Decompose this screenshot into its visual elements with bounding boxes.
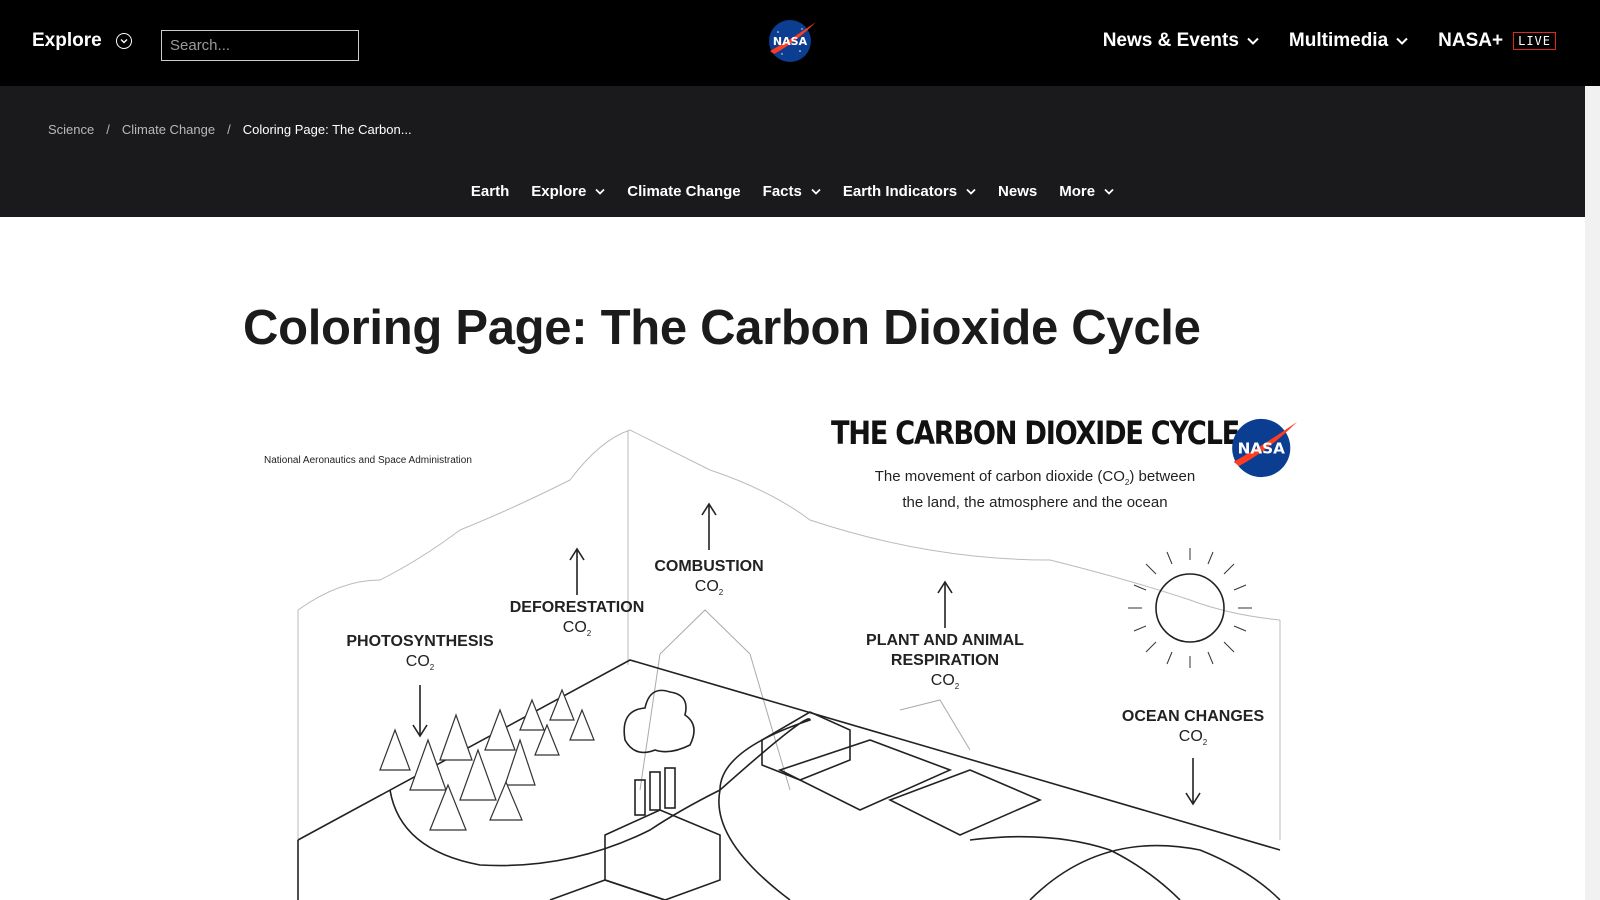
top-navigation: News & Events Multimedia NASA+ LIVE <box>1103 30 1556 52</box>
subnav-facts[interactable]: Facts <box>763 183 821 200</box>
co2-label: CO2 <box>619 577 799 603</box>
co-sub: 2 <box>429 663 435 673</box>
subnav-label: Earth Indicators <box>842 183 958 200</box>
page-title: Coloring Page: The Carbon Dioxide Cycle <box>243 301 1201 355</box>
label-text: OCEAN CHANGES <box>1121 708 1265 725</box>
subnav-explore[interactable]: Explore <box>531 183 605 200</box>
label-text: COMBUSTION <box>654 558 764 575</box>
poster-subtitle-line2: the land, the atmosphere and the ocean <box>902 494 1168 511</box>
co-text: CO <box>1178 728 1203 745</box>
page-scrollbar[interactable] <box>1585 86 1600 900</box>
co-sub: 2 <box>954 682 960 692</box>
svg-text:NASA: NASA <box>1238 440 1285 458</box>
subnav-label: News <box>998 183 1038 200</box>
explore-menu-button[interactable]: Explore <box>32 30 132 52</box>
label-text: RESPIRATION <box>890 652 1000 669</box>
search-input[interactable] <box>161 30 359 61</box>
subnav-earth-indicators[interactable]: Earth Indicators <box>843 183 976 200</box>
poster-agency: National Aeronautics and Space Administr… <box>264 455 472 466</box>
chevron-down-icon <box>1247 37 1259 45</box>
poster-title: THE CARBON DIOXIDE CYCLE <box>831 414 1240 452</box>
co-text: CO <box>930 672 955 689</box>
chevron-down-icon <box>811 188 821 195</box>
section-navigation: Earth Explore Climate Change Facts Earth… <box>0 183 1585 200</box>
chevron-down-icon <box>1104 188 1114 195</box>
subnav-label: Climate Change <box>627 183 741 200</box>
label-ocean-changes: OCEAN CHANGES CO2 <box>1093 707 1293 753</box>
poster-subtitle-a: The movement of carbon dioxide (CO <box>874 468 1125 485</box>
nav-label: News & Events <box>1102 30 1239 51</box>
co-sub: 2 <box>1202 738 1208 748</box>
subnav-climate-change[interactable]: Climate Change <box>627 183 740 200</box>
co-text: CO <box>405 653 430 670</box>
section-header: Science / Climate Change / Coloring Page… <box>0 86 1585 217</box>
subnav-news[interactable]: News <box>998 183 1037 200</box>
subnav-earth[interactable]: Earth <box>471 183 509 200</box>
nav-nasa-plus[interactable]: NASA+ LIVE <box>1438 30 1556 52</box>
label-combustion: COMBUSTION CO2 <box>619 557 799 603</box>
label-photosynthesis: PHOTOSYNTHESIS CO2 <box>330 632 510 678</box>
explore-label: Explore <box>32 30 102 51</box>
co-text: CO <box>694 578 719 595</box>
chevron-circle-icon <box>115 33 132 49</box>
subnav-label: Explore <box>531 183 587 200</box>
breadcrumb-current: Coloring Page: The Carbon... <box>242 122 412 137</box>
co2-label: CO2 <box>1093 727 1293 753</box>
nav-news-events[interactable]: News & Events <box>1103 30 1259 52</box>
breadcrumb-separator: / <box>106 122 110 137</box>
coloring-page-image: National Aeronautics and Space Administr… <box>250 410 1340 900</box>
live-badge: LIVE <box>1513 32 1556 50</box>
breadcrumb-climate-change[interactable]: Climate Change <box>122 122 215 137</box>
poster-subtitle-b: ) between <box>1129 468 1196 485</box>
label-text: PLANT AND ANIMAL <box>866 632 1024 649</box>
nav-label: NASA+ <box>1438 30 1504 51</box>
co-sub: 2 <box>718 588 724 598</box>
co2-label: CO2 <box>330 652 510 678</box>
chevron-down-icon <box>966 188 976 195</box>
nav-label: Multimedia <box>1288 30 1389 51</box>
label-respiration: PLANT AND ANIMAL RESPIRATION CO2 <box>835 631 1055 697</box>
label-deforestation: DEFORESTATION CO2 <box>487 598 667 644</box>
global-header: Explore NASA News & Events Multimedia NA… <box>0 0 1600 86</box>
poster-nasa-logo: NASA <box>1232 418 1298 478</box>
label-text: PHOTOSYNTHESIS <box>346 633 494 650</box>
nav-multimedia[interactable]: Multimedia <box>1289 30 1408 52</box>
subnav-label: More <box>1059 183 1096 200</box>
poster-subtitle: The movement of carbon dioxide (CO2) bet… <box>835 467 1235 513</box>
co-sub: 2 <box>586 629 592 639</box>
breadcrumb: Science / Climate Change / Coloring Page… <box>48 122 412 137</box>
co-text: CO <box>562 619 587 636</box>
nasa-logo[interactable]: NASA <box>766 18 818 64</box>
svg-text:NASA: NASA <box>773 35 808 48</box>
subnav-more[interactable]: More <box>1059 183 1114 200</box>
subnav-label: Earth <box>470 183 510 200</box>
co2-label: CO2 <box>835 671 1055 697</box>
subnav-label: Facts <box>762 183 802 200</box>
chevron-down-icon <box>1396 37 1408 45</box>
breadcrumb-separator: / <box>227 122 231 137</box>
chevron-down-icon <box>595 188 605 195</box>
breadcrumb-science[interactable]: Science <box>48 122 94 137</box>
co2-label: CO2 <box>487 618 667 644</box>
